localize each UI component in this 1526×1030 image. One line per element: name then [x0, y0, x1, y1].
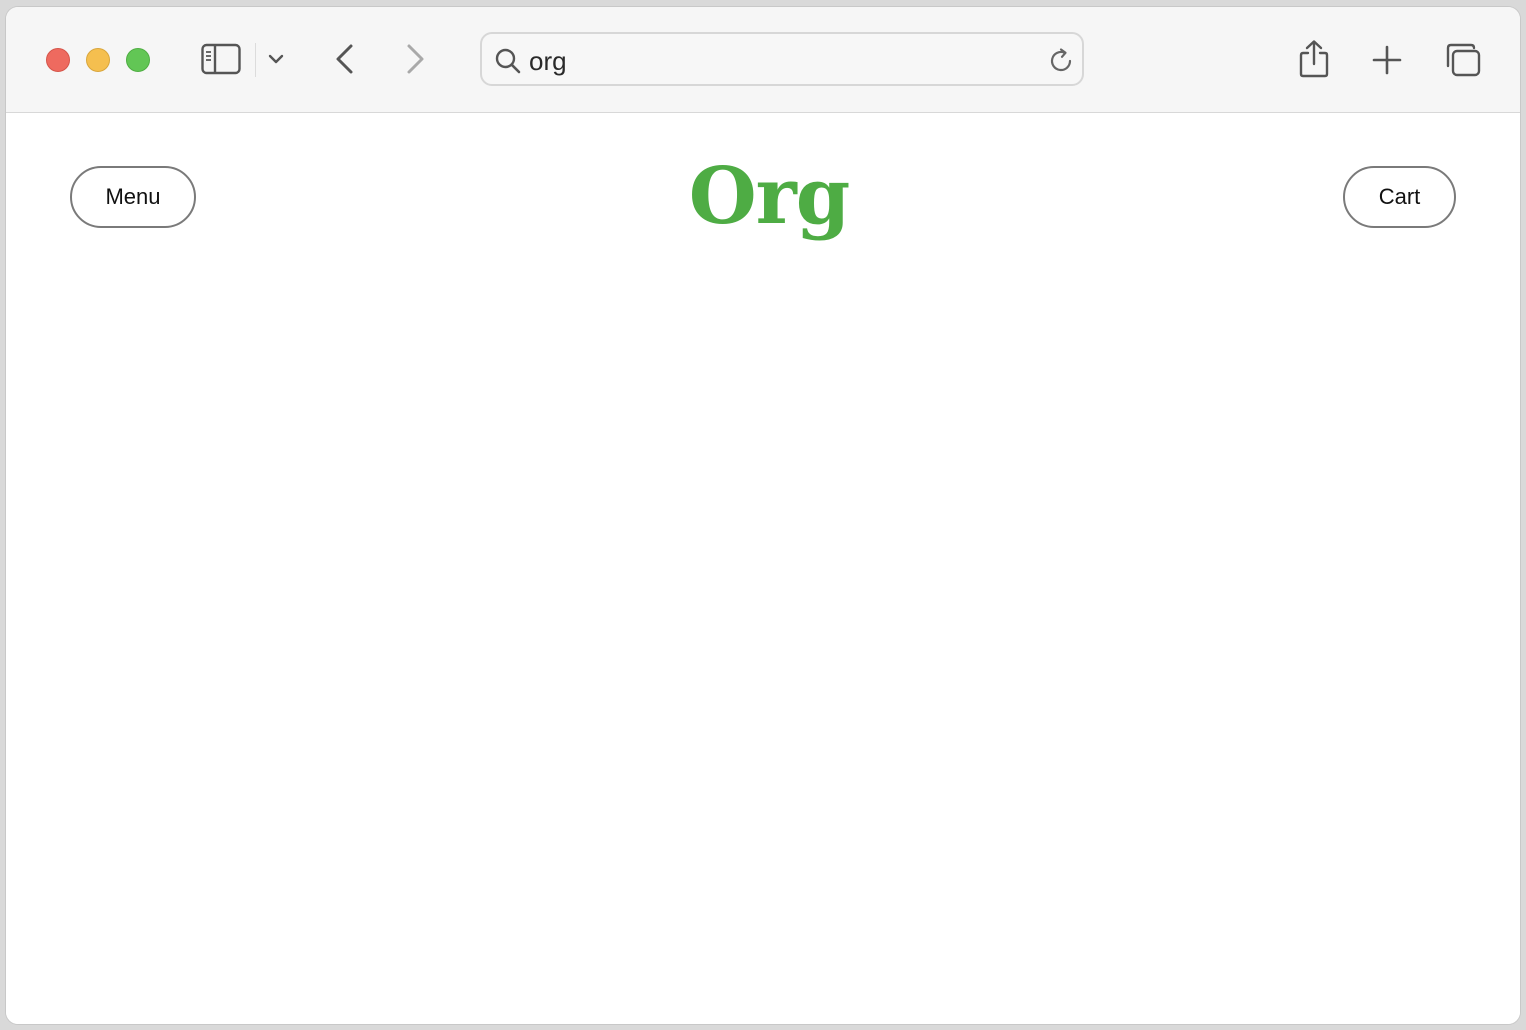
chevron-down-icon[interactable] — [264, 47, 288, 71]
sidebar-icon[interactable] — [199, 41, 243, 77]
address-bar[interactable]: org — [480, 32, 1084, 86]
minimize-window-button[interactable] — [86, 48, 110, 72]
browser-window: org Menu Org Cart — [6, 7, 1520, 1024]
share-icon[interactable] — [1293, 37, 1335, 81]
page-content: Menu Org Cart — [6, 113, 1520, 1024]
address-text: org — [529, 46, 567, 76]
cart-button[interactable]: Cart — [1343, 166, 1456, 228]
close-window-button[interactable] — [46, 48, 70, 72]
tab-overview-icon[interactable] — [1442, 39, 1484, 81]
chevron-right-icon[interactable] — [398, 41, 432, 77]
plus-icon[interactable] — [1368, 41, 1406, 79]
site-title: Org — [688, 151, 851, 242]
reload-icon[interactable] — [1046, 46, 1076, 76]
maximize-window-button[interactable] — [126, 48, 150, 72]
browser-toolbar: org — [6, 7, 1520, 113]
search-icon — [494, 47, 522, 75]
toolbar-divider — [255, 43, 256, 77]
chevron-left-icon[interactable] — [328, 41, 362, 77]
